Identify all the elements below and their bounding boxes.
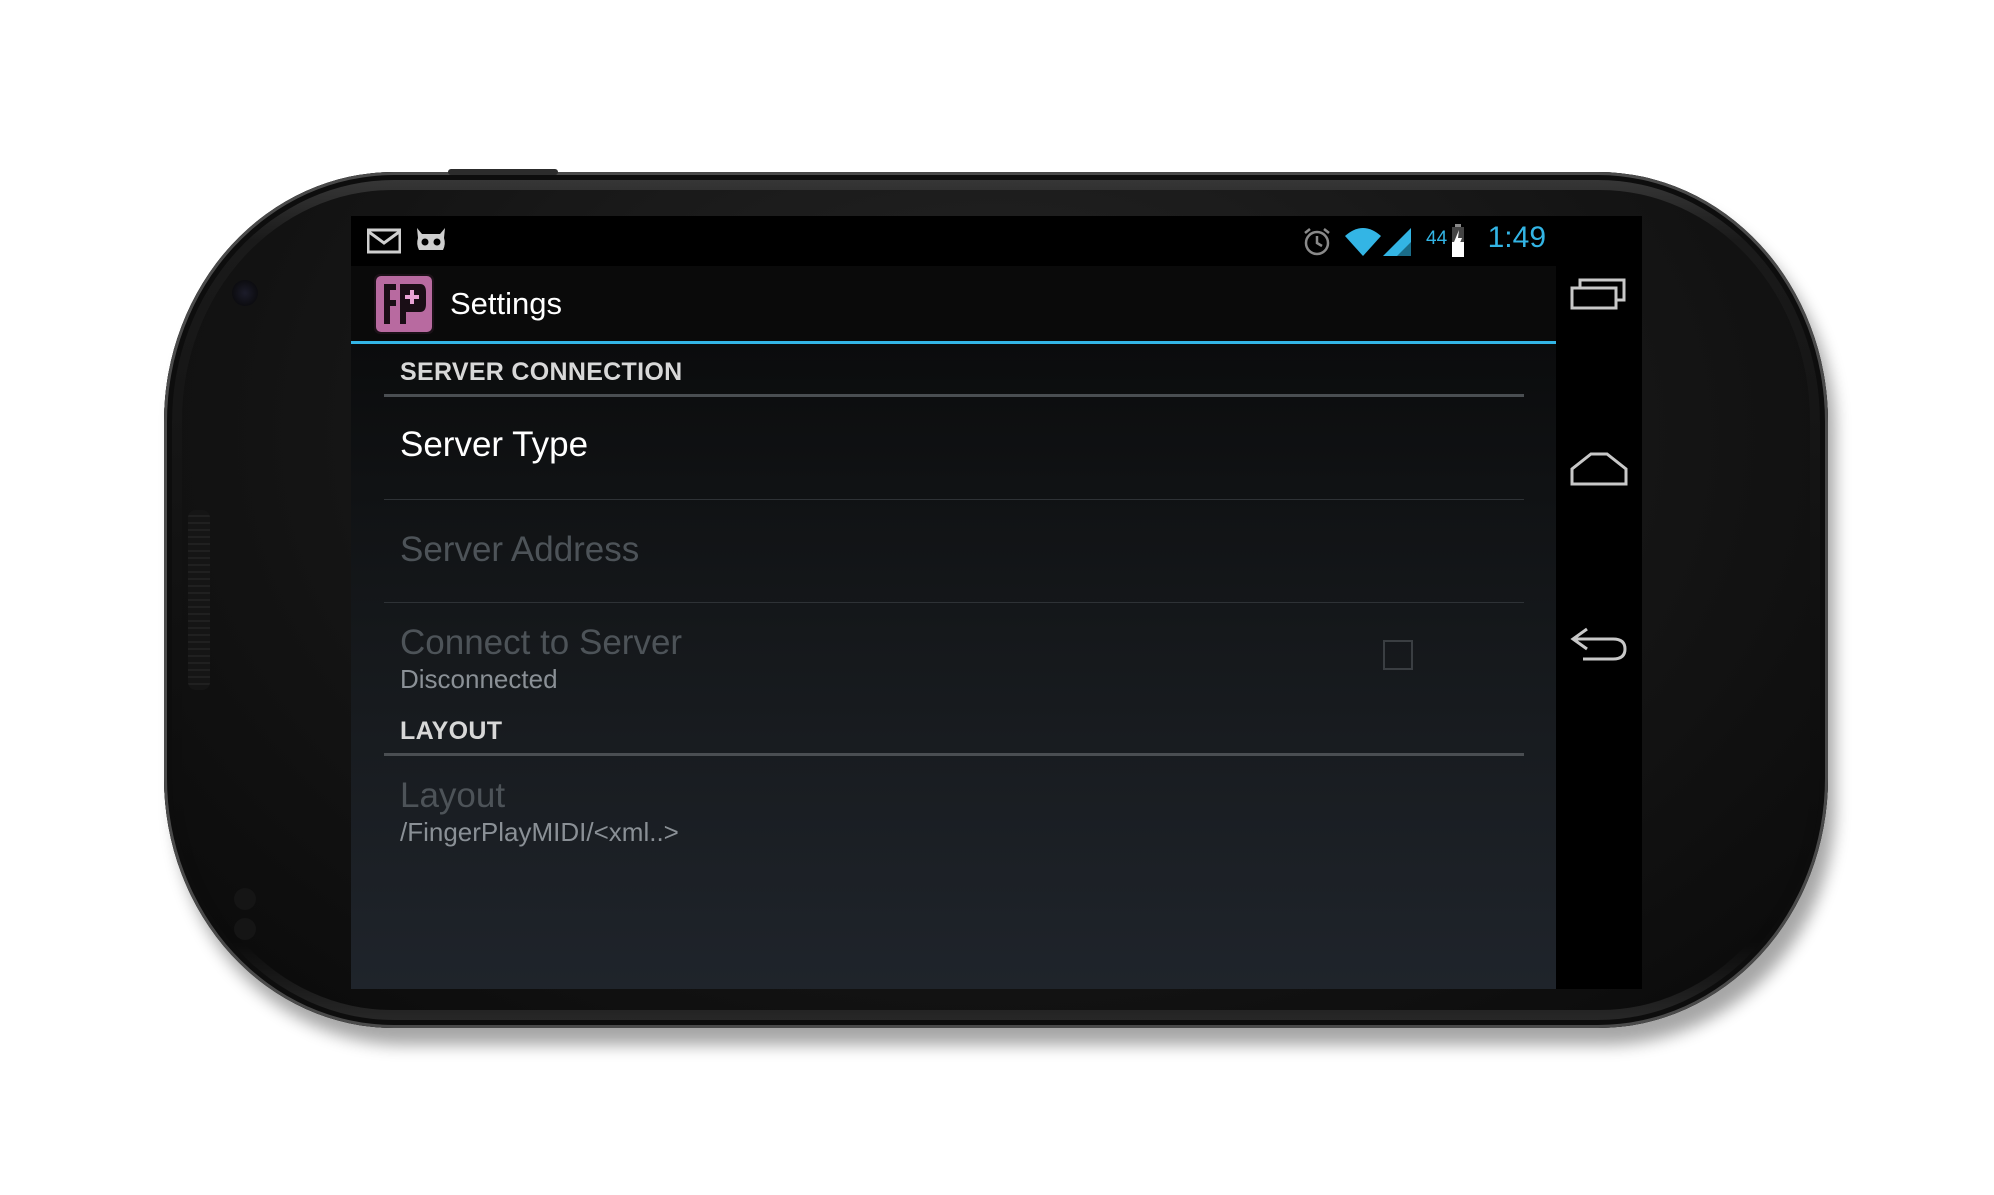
pref-connect-to-server-title: Connect to Server — [400, 623, 683, 662]
front-camera — [232, 280, 258, 306]
page-title: Settings — [450, 286, 563, 321]
pref-layout[interactable]: Layout /FingerPlayMIDI/<xml..> — [351, 756, 1556, 856]
screen: 44 1:49 Settings SERVER CONNECTION Serve… — [351, 216, 1642, 989]
battery-percent: 44 — [1426, 228, 1448, 249]
back-icon[interactable] — [1568, 614, 1630, 676]
signal-icon — [1381, 224, 1413, 263]
pref-server-address[interactable]: Server Address — [351, 500, 1556, 602]
pref-connect-to-server-summary: Disconnected — [400, 664, 558, 694]
action-bar: Settings — [351, 266, 1556, 344]
pref-connect-to-server[interactable]: Connect to Server Disconnected — [351, 603, 1556, 703]
home-icon[interactable] — [1568, 438, 1630, 500]
alarm-icon — [1301, 226, 1333, 263]
wifi-icon — [1343, 224, 1383, 263]
phone-top-button — [448, 169, 558, 175]
gmail-icon — [366, 228, 402, 259]
recent-apps-icon[interactable] — [1568, 262, 1630, 324]
status-bar: 44 1:49 — [351, 216, 1556, 266]
light-sensor — [234, 918, 256, 940]
pref-server-type-title: Server Type — [400, 425, 589, 464]
pref-server-address-title: Server Address — [400, 530, 640, 569]
proximity-sensor — [234, 888, 256, 910]
category-server-connection-header: SERVER CONNECTION — [400, 358, 683, 386]
fingerplay-app-icon[interactable] — [374, 274, 434, 334]
battery-icon — [1451, 224, 1465, 263]
speaker-grille — [188, 510, 210, 690]
status-clock: 1:49 — [1487, 221, 1546, 254]
connect-checkbox[interactable] — [1383, 640, 1413, 670]
settings-list: SERVER CONNECTION Server Type Server Add… — [351, 344, 1556, 989]
pref-layout-summary: /FingerPlayMIDI/<xml..> — [400, 817, 679, 847]
cyanogen-icon — [413, 224, 449, 261]
category-layout-header: LAYOUT — [400, 717, 503, 745]
pref-server-type[interactable]: Server Type — [351, 397, 1556, 499]
device-mockup: 44 1:49 Settings SERVER CONNECTION Serve… — [0, 0, 1994, 1195]
pref-layout-title: Layout — [400, 776, 506, 815]
navigation-bar — [1556, 216, 1642, 989]
